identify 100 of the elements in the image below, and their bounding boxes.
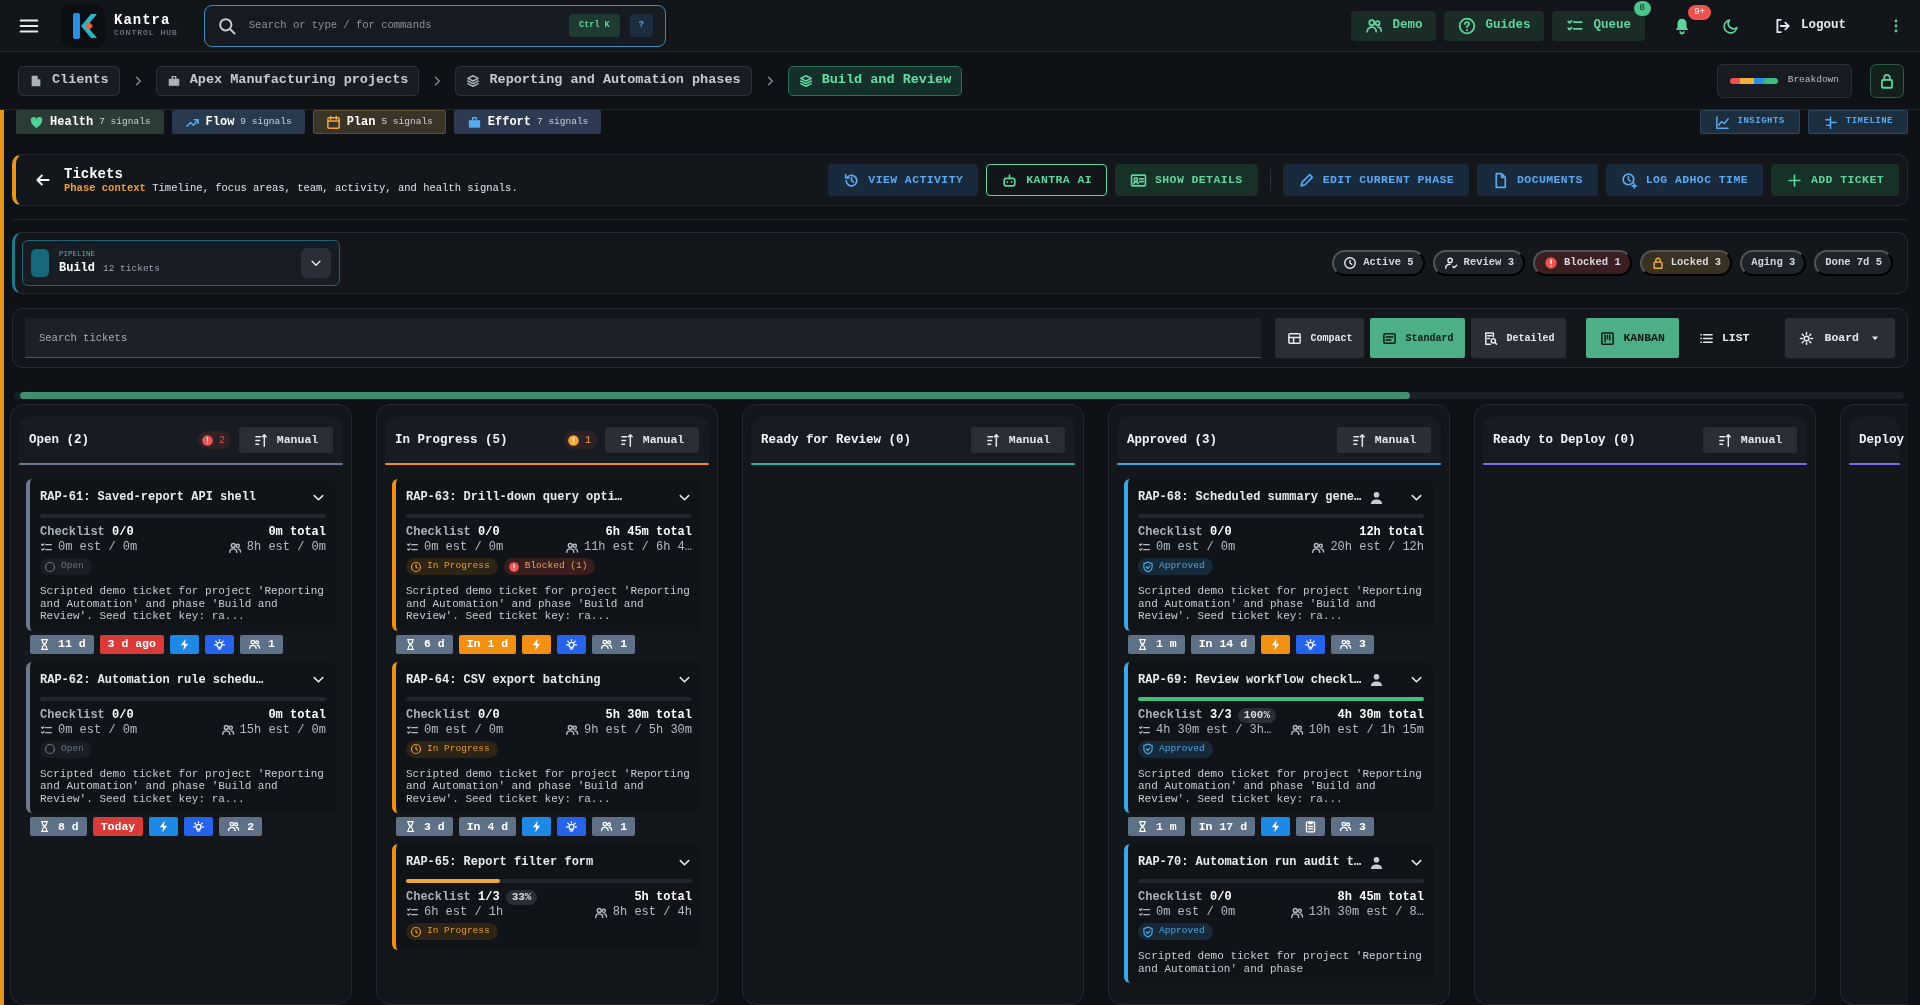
time-total: 4h 30m total	[1337, 707, 1424, 723]
checklist-count: 0/0	[1210, 525, 1232, 540]
lock-icon	[1650, 256, 1665, 270]
board-menu-button[interactable]: Board	[1785, 318, 1895, 358]
filter-chip[interactable]: Done 7d 5	[1814, 250, 1893, 276]
density-toggle[interactable]: Compact	[1275, 318, 1365, 358]
circle-icon	[44, 560, 56, 573]
checklist-label: Checklist	[406, 890, 471, 905]
breadcrumb[interactable]: Reporting and Automation phases	[455, 65, 752, 96]
due-chip: Today	[92, 817, 144, 836]
filter-chip[interactable]: Active 5	[1332, 250, 1425, 276]
alert-count: 2	[198, 431, 231, 449]
breadcrumb[interactable]: Apex Manufacturing projects	[155, 65, 420, 96]
demo-button[interactable]: Demo	[1351, 10, 1437, 41]
estimate-text: 0m est / 0m	[1156, 540, 1236, 555]
time-total: 5h total	[634, 890, 692, 905]
sort-button[interactable]: Manual	[1703, 427, 1797, 453]
ticket-title: RAP-65: Report filter form	[406, 854, 595, 871]
insights-button[interactable]: INSIGHTS	[1699, 110, 1800, 134]
estimate-text: 0m est / 0m	[424, 722, 504, 738]
column-title: Ready for Review (0)	[761, 431, 913, 449]
search-input[interactable]: Search or type / for commands	[246, 16, 560, 35]
bell-icon	[1673, 16, 1691, 35]
ticket-card[interactable]: RAP-61: Saved-report API shell Checklist 0/0 0m total 0m est / 0m 8h est / 0m Open Scripted demo ticket for project 'Reporting and Automation' and phase 'Build and Review'. Seed ticket key: ra...	[26, 479, 336, 631]
people-icon	[247, 637, 261, 651]
age-chip: 6 d	[396, 634, 453, 654]
sort-button[interactable]: Manual	[239, 427, 333, 453]
kanban-icon	[1600, 330, 1616, 346]
id-card-icon	[1130, 171, 1147, 189]
signal-tab[interactable]: Plan 5 signals	[312, 110, 446, 134]
checklist-label: Checklist	[40, 707, 105, 723]
ticket-card[interactable]	[392, 661, 702, 813]
timeline-icon	[1822, 114, 1838, 130]
checklist-count: 1/3	[478, 890, 500, 905]
notification-badge: 9+	[1688, 4, 1711, 20]
signal-tab[interactable]: Effort 7 signals	[453, 110, 602, 134]
ticket-card[interactable]	[1124, 661, 1434, 813]
ai-button[interactable]: KANTRA AI	[986, 164, 1107, 196]
help-icon	[1458, 16, 1477, 35]
ticket-description: Scripted demo ticket for project 'Reporting and Automation' and phase 'Build and Review'. Seed ticket key: ra...	[40, 585, 325, 623]
dropdown-button[interactable]	[301, 248, 331, 278]
breakdown-button[interactable]: Breakdown	[1716, 63, 1852, 98]
signal-tab[interactable]: Flow 9 signals	[171, 110, 305, 134]
card-list-icon	[1382, 330, 1398, 346]
logout-button[interactable]: Logout	[1768, 15, 1852, 36]
team-estimate: 8h est / 4h	[612, 905, 692, 920]
hourglass-icon	[38, 637, 51, 651]
clock-icon	[410, 560, 422, 573]
details-button[interactable]: SHOW DETAILS	[1115, 164, 1258, 196]
timeline-button[interactable]: TIMELINE	[1807, 110, 1908, 134]
view-toggle[interactable]: LIST	[1684, 318, 1764, 358]
sort-button[interactable]: Manual	[605, 427, 699, 453]
person-icon	[1369, 489, 1385, 505]
documents-button[interactable]: DOCUMENTS	[1477, 164, 1598, 196]
hourglass-icon	[404, 637, 417, 651]
checklist-icon	[40, 541, 53, 554]
scrollbar[interactable]	[14, 392, 1904, 399]
ticket-card[interactable]: RAP-65: Report filter form Checklist 1/3 33% 5h total 6h est / 1h 8h est / 4h In Progress	[392, 844, 702, 950]
checklist-label: Checklist	[1138, 890, 1203, 905]
ticket-search-field[interactable]: Search tickets	[25, 318, 1262, 358]
density-toggle[interactable]: Detailed	[1471, 318, 1567, 358]
lock-icon	[1878, 71, 1896, 90]
person-icon	[1369, 854, 1385, 870]
team-chip: 1	[592, 817, 636, 836]
lock-button[interactable]	[1870, 63, 1904, 98]
signal-tab[interactable]: Health 7 signals	[16, 110, 164, 134]
team-estimate: 11h est / 6h 4…	[583, 540, 692, 555]
time-button[interactable]: LOG ADHOC TIME	[1605, 164, 1763, 196]
command-search-bar[interactable]: Search or type / for commands Ctrl K ?	[203, 4, 666, 47]
filter-chip[interactable]: Aging 3	[1740, 250, 1807, 276]
density-toggle[interactable]: Standard	[1370, 318, 1466, 358]
add-button[interactable]: ADD TICKET	[1771, 164, 1899, 196]
ticket-card[interactable]	[392, 479, 702, 631]
help-button[interactable]: ?	[629, 14, 653, 37]
people-icon	[564, 540, 579, 555]
edit-button[interactable]: EDIT CURRENT PHASE	[1282, 164, 1470, 196]
clock-icon	[410, 743, 422, 755]
hourglass-icon	[38, 820, 51, 833]
ticket-card[interactable]: RAP-70: Automation run audit t… Checklist 0/0 8h 45m total 0m est / 0m 13h 30m est / 8… Approved Scripted demo ticket for project 'Reporting and Automation' and phase	[1124, 844, 1434, 983]
alert-icon	[1544, 256, 1559, 270]
ticket-card[interactable]: RAP-62: Automation rule schedu… Checklist 0/0 0m total 0m est / 0m 15h est / 0m Open Scripted demo ticket for project 'Reporting and Automation' and phase 'Build and Review'. Seed ticket key: ra...	[26, 661, 336, 813]
filter-chip[interactable]: Blocked 1	[1533, 250, 1632, 276]
estimate-text: 0m est / 0m	[424, 540, 504, 555]
filter-chip[interactable]: Locked 3	[1639, 250, 1733, 276]
activity-button[interactable]: VIEW ACTIVITY	[828, 164, 979, 196]
sort-button[interactable]: Manual	[1337, 427, 1431, 453]
status-pill: Open	[40, 740, 92, 758]
people-icon	[1339, 820, 1353, 833]
ticket-card[interactable]	[1124, 479, 1434, 631]
people-icon	[600, 637, 614, 651]
sort-button[interactable]: Manual	[971, 427, 1065, 453]
team-chip: 1	[592, 634, 636, 654]
pipeline-swatch	[31, 249, 49, 277]
queue-button[interactable]: Queue	[1552, 10, 1645, 41]
guides-button[interactable]: Guides	[1444, 10, 1545, 41]
view-toggle[interactable]: KANBAN	[1586, 318, 1679, 358]
breadcrumb[interactable]: Clients	[18, 65, 120, 96]
breadcrumb[interactable]: Build and Review	[787, 65, 963, 96]
age-chip: 8 d	[30, 817, 87, 836]
filter-chip[interactable]: Review 3	[1432, 250, 1526, 276]
